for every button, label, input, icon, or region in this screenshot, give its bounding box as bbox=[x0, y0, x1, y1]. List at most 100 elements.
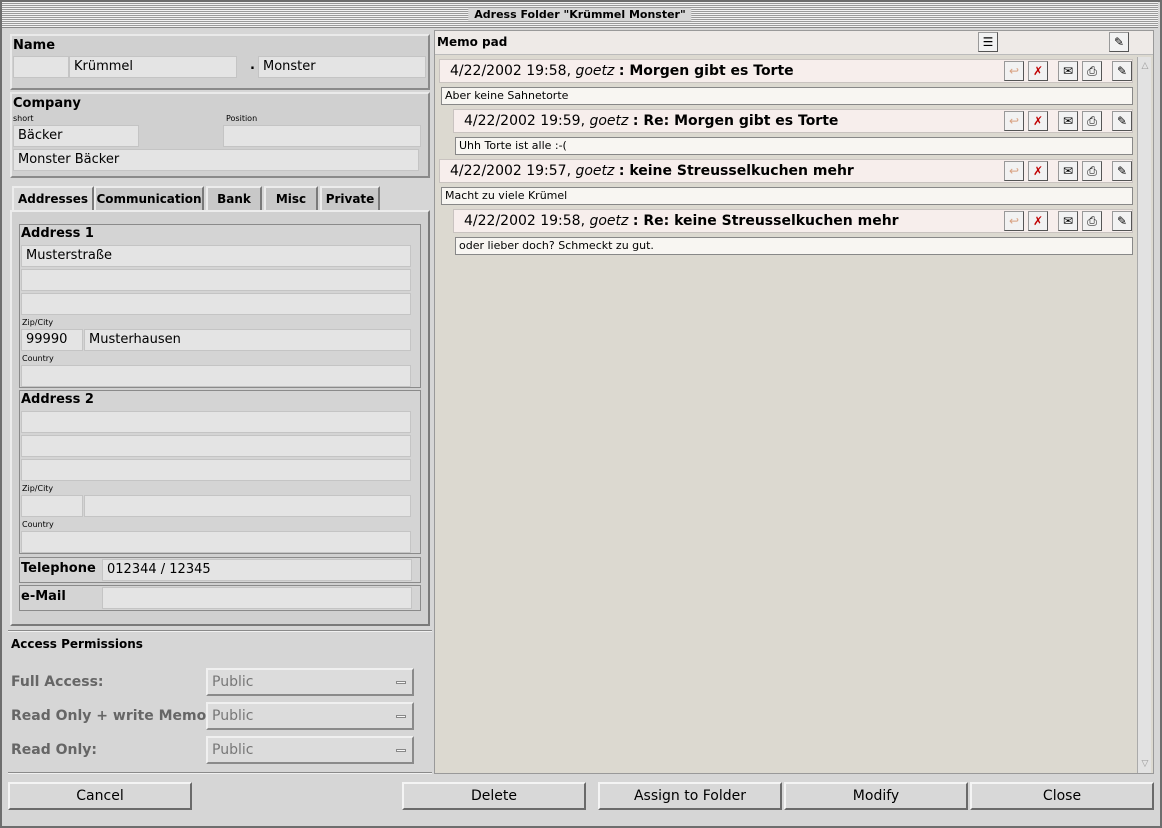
address1-country-field[interactable] bbox=[21, 365, 411, 387]
address1-country-label: Country bbox=[22, 354, 54, 363]
full-access-value: Public bbox=[212, 674, 254, 690]
address2-city-field[interactable] bbox=[84, 495, 411, 517]
title-bar[interactable]: Adress Folder "Krümmel Monster" bbox=[2, 2, 1158, 28]
address1-line2-field[interactable] bbox=[21, 269, 411, 291]
edit-icon[interactable]: ✎ bbox=[1112, 211, 1132, 231]
read-only-label: Read Only: bbox=[11, 742, 98, 758]
address2-line2-field[interactable] bbox=[21, 435, 411, 457]
memo-header: Memo pad ☰ ✎ bbox=[435, 31, 1153, 55]
address2-country-label: Country bbox=[22, 520, 54, 529]
modify-button[interactable]: Modify bbox=[784, 782, 968, 810]
window-title: Adress Folder "Krümmel Monster" bbox=[468, 8, 692, 21]
address1-zip-city-label: Zip/City bbox=[22, 318, 54, 327]
left-bottom-divider bbox=[8, 772, 432, 774]
address2-zip-field[interactable] bbox=[21, 495, 83, 517]
title-field[interactable] bbox=[13, 56, 69, 78]
address1-zip-field[interactable]: 99990 bbox=[21, 329, 83, 351]
permissions-title: Access Permissions bbox=[11, 637, 143, 651]
print-icon[interactable]: ⎙ bbox=[1082, 111, 1102, 131]
company-short-field[interactable]: Bäcker bbox=[13, 125, 139, 147]
read-only-value: Public bbox=[212, 742, 254, 758]
delete-icon[interactable]: ✗ bbox=[1028, 61, 1048, 81]
email-field[interactable] bbox=[102, 587, 412, 609]
assign-to-folder-button[interactable]: Assign to Folder bbox=[598, 782, 782, 810]
print-icon[interactable]: ⎙ bbox=[1082, 61, 1102, 81]
edit-icon[interactable]: ✎ bbox=[1112, 161, 1132, 181]
memo-subject: Re: keine Streusselkuchen mehr bbox=[643, 213, 899, 229]
read-write-memo-select[interactable]: Public bbox=[206, 702, 414, 730]
address2-street-field[interactable] bbox=[21, 411, 411, 433]
reply-icon[interactable]: ↩ bbox=[1004, 111, 1024, 131]
reply-icon[interactable]: ↩ bbox=[1004, 61, 1024, 81]
memo-item-header[interactable]: 4/22/2002 19:57, goetz : keine Streussel… bbox=[439, 159, 1133, 183]
memo-subject-separator: : bbox=[632, 113, 644, 129]
memo-title: Memo pad bbox=[437, 35, 508, 49]
mail-icon[interactable]: ✉ bbox=[1058, 61, 1078, 81]
scroll-up-icon[interactable]: △ bbox=[1139, 59, 1151, 73]
memo-date: 4/22/2002 19:58, bbox=[464, 213, 586, 229]
tab-bank[interactable]: Bank bbox=[206, 186, 262, 210]
delete-icon[interactable]: ✗ bbox=[1028, 161, 1048, 181]
memo-date: 4/22/2002 19:57, bbox=[450, 163, 572, 179]
tab-communication[interactable]: Communication bbox=[94, 186, 204, 210]
delete-icon[interactable]: ✗ bbox=[1028, 111, 1048, 131]
memo-date: 4/22/2002 19:59, bbox=[464, 113, 586, 129]
tab-addresses[interactable]: Addresses bbox=[12, 186, 94, 212]
permissions-divider bbox=[8, 630, 432, 632]
telephone-label: Telephone bbox=[21, 561, 96, 576]
address2-label: Address 2 bbox=[21, 392, 94, 407]
edit-icon[interactable]: ✎ bbox=[1112, 61, 1132, 81]
close-button[interactable]: Close bbox=[970, 782, 1154, 810]
tree-icon[interactable]: ☰ bbox=[978, 32, 998, 52]
address1-city-field[interactable]: Musterhausen bbox=[84, 329, 411, 351]
memo-subject-separator: : bbox=[632, 213, 644, 229]
first-name-field[interactable]: Krümmel bbox=[69, 56, 237, 78]
memo-subject-separator: : bbox=[618, 163, 630, 179]
cancel-button[interactable]: Cancel bbox=[8, 782, 192, 810]
email-group: e-Mail bbox=[19, 585, 421, 611]
edit-icon[interactable]: ✎ bbox=[1112, 111, 1132, 131]
mail-icon[interactable]: ✉ bbox=[1058, 211, 1078, 231]
memo-body: Macht zu viele Krümel bbox=[441, 187, 1133, 205]
address1-line3-field[interactable] bbox=[21, 293, 411, 315]
memo-subject: keine Streusselkuchen mehr bbox=[629, 163, 854, 179]
reply-icon[interactable]: ↩ bbox=[1004, 161, 1024, 181]
email-label: e-Mail bbox=[21, 589, 66, 604]
dropdown-icon bbox=[396, 681, 406, 684]
position-label: Position bbox=[226, 114, 258, 123]
company-position-field[interactable] bbox=[223, 125, 421, 147]
memo-item-header[interactable]: 4/22/2002 19:58, goetz : Re: keine Streu… bbox=[453, 209, 1133, 233]
mail-icon[interactable]: ✉ bbox=[1058, 111, 1078, 131]
memo-user: goetz bbox=[575, 63, 615, 79]
new-memo-edit-icon[interactable]: ✎ bbox=[1109, 32, 1129, 52]
memo-user: goetz bbox=[575, 163, 615, 179]
print-icon[interactable]: ⎙ bbox=[1082, 211, 1102, 231]
name-section: Name Krümmel . Monster bbox=[10, 34, 430, 90]
print-icon[interactable]: ⎙ bbox=[1082, 161, 1102, 181]
memo-item-header[interactable]: 4/22/2002 19:59, goetz : Re: Morgen gibt… bbox=[453, 109, 1133, 133]
address1-label: Address 1 bbox=[21, 226, 94, 241]
delete-icon[interactable]: ✗ bbox=[1028, 211, 1048, 231]
memo-body: Uhh Torte ist alle :-( bbox=[455, 137, 1133, 155]
address2-line3-field[interactable] bbox=[21, 459, 411, 481]
address2-group: Address 2 Zip/City Country bbox=[19, 390, 421, 554]
address2-country-field[interactable] bbox=[21, 531, 411, 553]
name-label: Name bbox=[13, 38, 56, 53]
full-access-select[interactable]: Public bbox=[206, 668, 414, 696]
mail-icon[interactable]: ✉ bbox=[1058, 161, 1078, 181]
memo-body: oder lieber doch? Schmeckt zu gut. bbox=[455, 237, 1133, 255]
company-label: Company bbox=[13, 96, 81, 111]
memo-scrollbar[interactable]: △ ▽ bbox=[1137, 57, 1151, 773]
address1-street-field[interactable]: Musterstraße bbox=[21, 245, 411, 267]
telephone-field[interactable]: 012344 / 12345 bbox=[102, 559, 412, 581]
delete-button[interactable]: Delete bbox=[402, 782, 586, 810]
company-name-field[interactable]: Monster Bäcker bbox=[13, 149, 419, 171]
last-name-field[interactable]: Monster bbox=[258, 56, 426, 78]
telephone-group: Telephone 012344 / 12345 bbox=[19, 557, 421, 583]
read-only-select[interactable]: Public bbox=[206, 736, 414, 764]
tab-misc[interactable]: Misc bbox=[264, 186, 318, 210]
reply-icon[interactable]: ↩ bbox=[1004, 211, 1024, 231]
scroll-down-icon[interactable]: ▽ bbox=[1139, 757, 1151, 771]
memo-item-header[interactable]: 4/22/2002 19:58, goetz : Morgen gibt es … bbox=[439, 59, 1133, 83]
tab-private[interactable]: Private bbox=[320, 186, 380, 210]
